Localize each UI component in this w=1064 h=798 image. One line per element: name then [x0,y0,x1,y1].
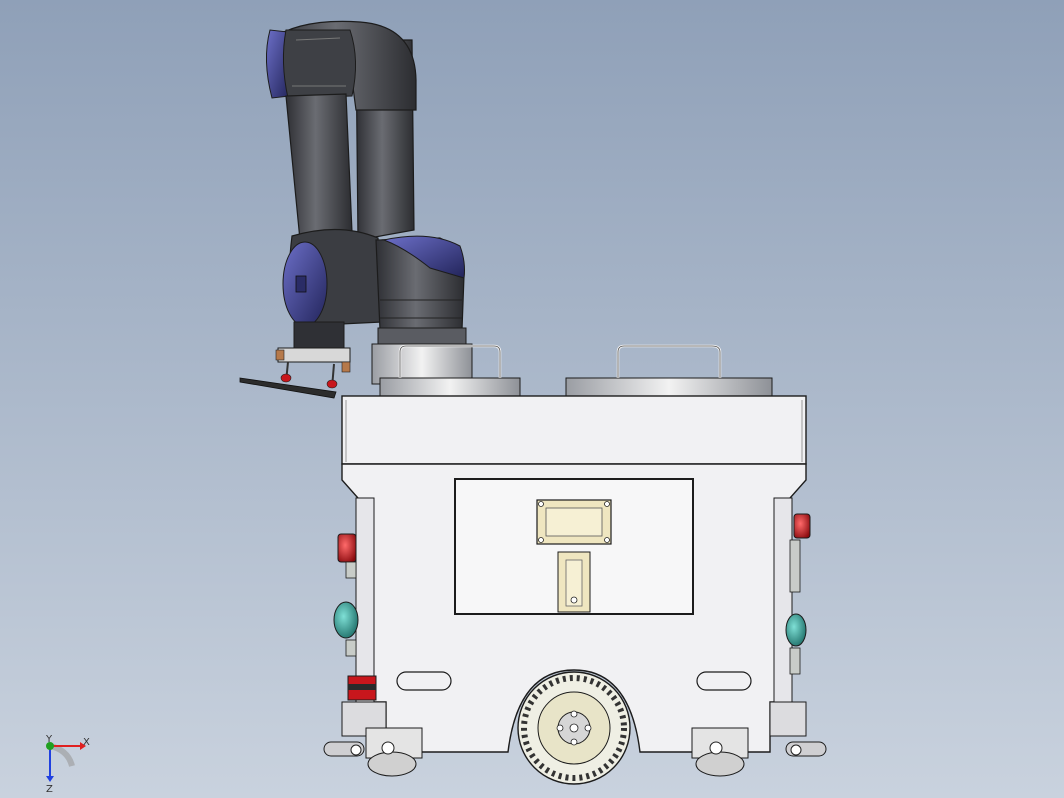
left-side-post [355,497,375,703]
left-bin [379,377,521,397]
base-ring [377,327,467,347]
x-axis-label: X [83,737,90,748]
right-base-block [769,701,807,737]
suction-cup [280,373,292,383]
y-axis-label: Y [45,734,53,745]
right-caster-wheel [691,727,749,777]
right-start-button[interactable] [785,613,807,647]
right-estop-button[interactable] [793,513,811,539]
left-caster-wheel [365,727,423,777]
left-start-button[interactable] [333,601,359,639]
tool-flange [293,321,345,349]
gripper-plate [277,347,351,363]
right-side-post [773,497,793,703]
right-slot [696,671,752,691]
cad-scene: X Y Z [0,0,1064,798]
right-bin [565,377,773,397]
top-deck [341,395,807,465]
left-estop-button[interactable] [337,533,357,563]
cad-viewport[interactable]: X Y Z [0,0,1064,798]
z-axis-label: Z [46,784,53,795]
suction-cup [326,379,338,389]
drive-wheel [517,671,631,785]
elbow-housing [282,29,357,99]
left-slot [396,671,452,691]
